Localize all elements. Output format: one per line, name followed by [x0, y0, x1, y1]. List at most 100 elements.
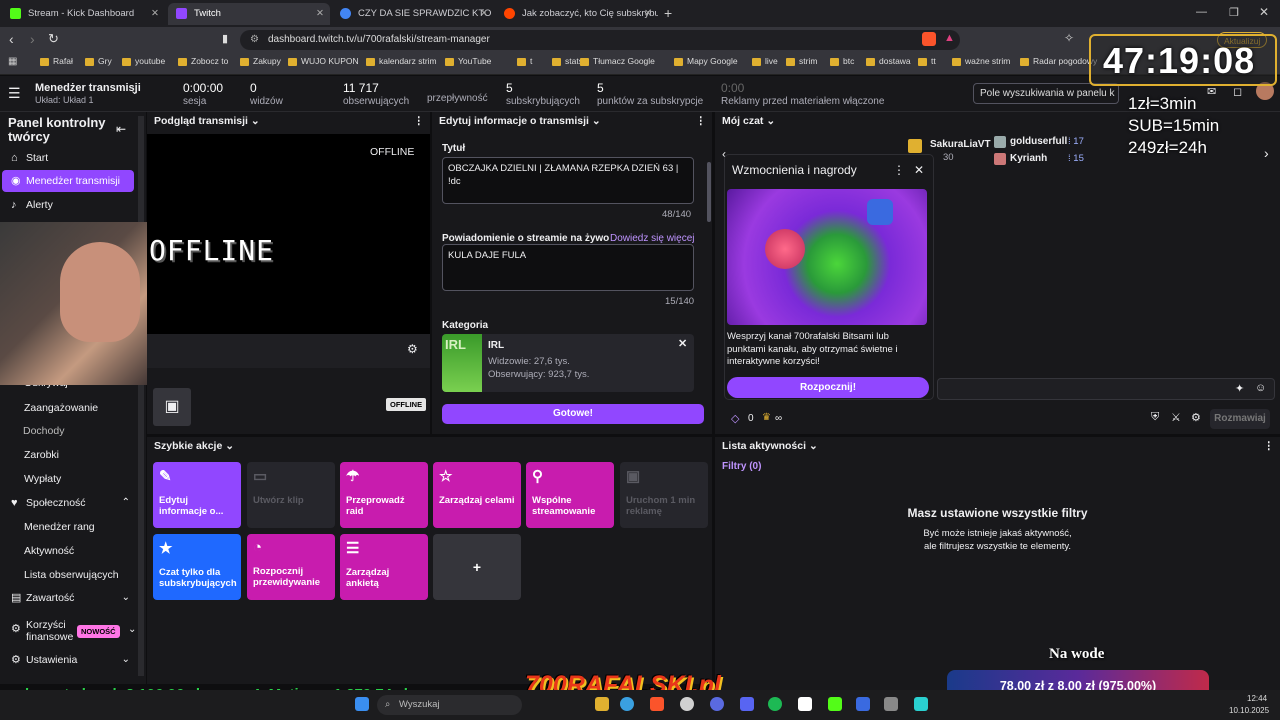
qa-add[interactable]: + [433, 534, 521, 600]
close-window-icon[interactable]: ✕ [1259, 5, 1269, 19]
scrollbar[interactable] [707, 162, 711, 222]
bookmark-item[interactable]: stats [552, 56, 583, 66]
leader-name[interactable]: SakuraLiaVT [930, 139, 991, 150]
mod-tools-icon[interactable]: ⚔ [1171, 411, 1181, 424]
qa-raid[interactable]: ☂ Przeprowadź raid [340, 462, 428, 528]
category-card[interactable]: IRL IRL Widzowie: 27,6 tys. Obserwujący:… [442, 334, 694, 392]
explorer-icon[interactable] [595, 697, 609, 711]
forward-icon[interactable]: › [30, 31, 35, 47]
qa-costream[interactable]: ⚲ Wspólne streamowanie [526, 462, 614, 528]
settings-icon[interactable]: ⚙ [1191, 411, 1201, 424]
tab-reddit[interactable]: Jak zobaczyć, kto Cię subskrybuje : r/ ✕ [496, 3, 658, 25]
qa-create-clip[interactable]: ▭ Utwórz klip [247, 462, 335, 528]
chat-input[interactable]: ✦ ☺ [937, 378, 1275, 400]
sidebar-item-content[interactable]: ▤ Zawartość ⌄ [8, 587, 134, 609]
bookmark-item[interactable]: tt [918, 56, 936, 66]
sidebar-item-alerts[interactable]: ♪ Alerty [8, 194, 134, 216]
chevron-down-icon[interactable]: ⌄ [130, 84, 139, 97]
tab-google[interactable]: CZY DA SIE SPRAWDZIC KTO MA SUB ✕ [332, 3, 494, 25]
close-icon[interactable]: ✕ [316, 3, 324, 25]
back-icon[interactable]: ‹ [9, 31, 14, 47]
bookmark-item[interactable]: Mapy Google [674, 56, 738, 66]
notification-input[interactable]: KULA DAJE FULA [442, 244, 694, 291]
more-icon[interactable]: ⋮ [1264, 437, 1275, 455]
emote-icon[interactable]: ☺ [1255, 382, 1266, 394]
sidebar-item-finance[interactable]: ⚙ Korzyści finansowe [8, 617, 73, 645]
more-icon[interactable]: ⋮ [414, 112, 425, 130]
manager-title[interactable]: Menedżer transmisji [35, 82, 141, 94]
excel-icon[interactable] [856, 697, 870, 711]
bookmark-item[interactable]: live [752, 56, 778, 66]
leader-name[interactable]: golduserfull [1010, 136, 1067, 147]
more-icon[interactable]: ⋮ [696, 112, 707, 130]
sidebar-scrollbar[interactable] [138, 116, 144, 676]
qa-edit-info[interactable]: ✎ Edytuj informacje o... [153, 462, 241, 528]
bookmark-item[interactable]: Rafał [40, 56, 73, 66]
sidebar-item-earnings[interactable]: Zarobki [8, 444, 134, 466]
qa-run-ad[interactable]: ▣ Uruchom 1 min reklamę [620, 462, 708, 528]
bookmark-item[interactable]: youtube [122, 56, 165, 66]
sidebar-item-activity[interactable]: Aktywność [8, 540, 134, 562]
steam-icon[interactable] [710, 697, 724, 711]
capcut-icon[interactable] [798, 697, 812, 711]
sidebar-item-community[interactable]: ♥ Społeczność ⌃ [8, 492, 134, 514]
sidebar-item-payouts[interactable]: Wypłaty [8, 468, 134, 490]
more-icon[interactable]: ⋮ [893, 163, 905, 177]
bookmark-item[interactable]: strim [786, 56, 817, 66]
spotify-icon[interactable] [768, 697, 782, 711]
qa-goals[interactable]: ☆ Zarządzaj celami [433, 462, 521, 528]
shield-icon[interactable]: ⛨ [1151, 411, 1159, 424]
chevron-down-icon[interactable]: ⌄ [766, 115, 775, 127]
sidebar-item-start[interactable]: ⌂ Start [8, 147, 134, 169]
close-icon[interactable]: ✕ [644, 3, 652, 25]
bookmark-icon[interactable]: ▮ [222, 32, 228, 45]
close-icon[interactable]: ✕ [480, 3, 488, 25]
close-icon[interactable]: ✕ [151, 3, 159, 25]
sidebar-item-stream-manager[interactable]: ◉ Menedżer transmisji [2, 170, 134, 192]
bookmark-item[interactable]: dostawa [866, 56, 911, 66]
qa-prediction[interactable]: ◔ Rozpocznij przewidywanie [247, 534, 335, 600]
sidebar-item-engagement[interactable]: Zaangażowanie [8, 397, 134, 419]
collapse-sidebar-icon[interactable]: ⇤ [116, 122, 126, 136]
chevron-right-icon[interactable]: › [1264, 145, 1269, 161]
remove-category-icon[interactable]: ✕ [678, 337, 687, 350]
title-input[interactable]: OBCZAJKA DZIELNI | ZŁAMANA RZEPKA DZIEŃ … [442, 157, 694, 204]
settings-icon[interactable]: ⚙ [407, 342, 418, 356]
clock-time[interactable]: 12:44 [1247, 694, 1267, 703]
clock-date[interactable]: 10.10.2025 [1229, 706, 1269, 715]
bookmark-item[interactable]: btc [830, 56, 854, 66]
sidebar-item-settings[interactable]: ⚙ Ustawienia ⌄ [8, 649, 134, 671]
done-button[interactable]: Gotowe! [442, 404, 704, 424]
edge-icon[interactable] [620, 697, 634, 711]
close-icon[interactable]: ✕ [914, 163, 924, 177]
sidebar-item-ranks[interactable]: Menedżer rang [8, 516, 134, 538]
rewards-icon[interactable]: ▲ [944, 32, 955, 44]
obs-icon[interactable] [680, 697, 694, 711]
start-icon[interactable] [355, 697, 369, 711]
url-field[interactable]: ⚙ dashboard.twitch.tv/u/700rafalski/stre… [240, 30, 960, 50]
qa-poll[interactable]: ☰ Zarządzaj ankietą [340, 534, 428, 600]
filters-button[interactable]: Filtry (0) [722, 461, 761, 472]
site-info-icon[interactable]: ⚙ [250, 30, 259, 50]
bookmark-item[interactable]: Radar pogodowy [1020, 56, 1097, 66]
sidebar-item-followers-list[interactable]: Lista obserwujących [8, 564, 134, 586]
menu-icon[interactable]: ☰ [8, 85, 21, 102]
bookmark-item[interactable]: YouTube [445, 56, 491, 66]
channel-points-icon[interactable]: ◇ [731, 412, 739, 425]
chevron-down-icon[interactable]: ⌄ [225, 440, 234, 452]
chevron-down-icon[interactable]: ⌄ [251, 115, 260, 127]
bookmark-item[interactable]: Tłumacz Google [580, 56, 655, 66]
start-button[interactable]: Rozpocznij! [727, 377, 929, 398]
apps-icon[interactable]: ▦ [8, 56, 17, 67]
learn-more-link[interactable]: Dowiedz się więcej [610, 233, 694, 244]
bookmark-item[interactable]: WUJO KUPON [288, 56, 359, 66]
bookmark-item[interactable]: kalendarz strim [366, 56, 437, 66]
bookmark-item[interactable]: ważne strim [952, 56, 1010, 66]
bookmark-item[interactable]: t [517, 56, 532, 66]
qa-subs-only-chat[interactable]: ★ Czat tylko dla subskrybujących [153, 534, 241, 600]
taskbar-search[interactable]: ⌕ Wyszukaj [377, 695, 522, 715]
notes-icon[interactable] [914, 697, 928, 711]
chat-button[interactable]: Rozmawiaj [1210, 409, 1270, 429]
chevron-down-icon[interactable]: ⌄ [592, 115, 601, 127]
leader-name[interactable]: Kyrianh [1010, 153, 1047, 164]
